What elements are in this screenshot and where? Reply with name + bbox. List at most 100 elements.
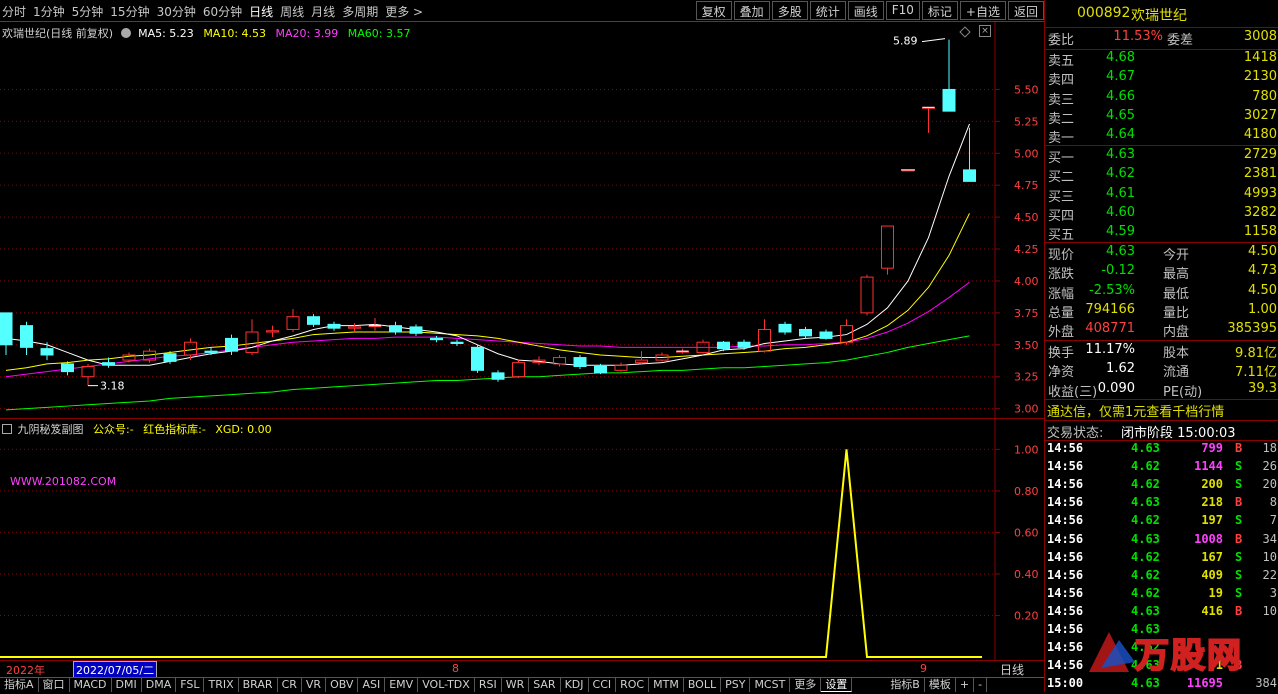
- candle: [573, 354, 587, 370]
- indicator-tab[interactable]: BOLL: [684, 678, 722, 692]
- indicator-tab[interactable]: VR: [302, 678, 327, 692]
- asks-volume: 1418: [1243, 50, 1277, 65]
- period-tab[interactable]: 月线: [311, 3, 335, 20]
- toolbar-button[interactable]: 叠加: [733, 1, 770, 20]
- tick-volume: 200: [1201, 477, 1223, 492]
- period-tab[interactable]: 5分钟: [72, 3, 104, 20]
- indicator-tab[interactable]: ROC: [616, 678, 650, 692]
- tick-side: B: [1235, 531, 1243, 546]
- period-tab[interactable]: 分时: [2, 3, 26, 20]
- toolbar-button[interactable]: 多股: [771, 1, 808, 20]
- period-tabs: 分时 1分钟 5分钟 15分钟 30分钟 60分钟 日线 周线 月线 多周期 更多 >: [2, 3, 430, 20]
- bids-row: 买二 4.62 2381: [1045, 166, 1278, 185]
- indicator-tab[interactable]: BRAR: [239, 678, 278, 692]
- tick-price: 4.63: [1131, 441, 1160, 455]
- stat-label: 涨跌: [1048, 267, 1075, 283]
- toolbar-button[interactable]: 标记: [921, 1, 958, 20]
- candle: [676, 348, 689, 354]
- candle: [512, 360, 525, 378]
- toolbar-button[interactable]: F10: [885, 1, 920, 20]
- candle: [204, 347, 218, 355]
- stat-value: 39.3: [1248, 380, 1277, 396]
- kline-chart[interactable]: 欢瑞世纪(日线 前复权) MA5: 5.23 MA10: 4.53 MA20: …: [0, 22, 1044, 418]
- period-tab[interactable]: 周线: [280, 3, 304, 20]
- indicator-tab[interactable]: 窗口: [39, 678, 70, 692]
- promo-text[interactable]: 通达信，仅需1元查看千档行情: [1047, 401, 1224, 420]
- period-tab[interactable]: 15分钟: [110, 3, 149, 20]
- price-tick-label: 4.75: [1014, 179, 1039, 192]
- candle: [860, 274, 874, 316]
- tick-row: 14:56 4.62 197 S 7: [1045, 513, 1278, 531]
- indicator-chart[interactable]: 九阴秘笈副图 公众号:- 红色指标库:- XGD: 0.00 WWW.20108…: [0, 418, 1044, 661]
- stat-label: 最低: [1163, 286, 1190, 302]
- indicator-tab[interactable]: 设置: [821, 678, 853, 692]
- indicator-tab[interactable]: MACD: [70, 678, 112, 692]
- indicator-tab[interactable]: CCI: [589, 678, 617, 692]
- candle: [881, 225, 894, 275]
- asks-row: 卖四 4.67 2130: [1045, 69, 1278, 88]
- period-button[interactable]: 日线: [1000, 661, 1024, 678]
- indicator-tab[interactable]: RSI: [475, 678, 502, 692]
- period-tab[interactable]: 30分钟: [157, 3, 196, 20]
- indicator-tab[interactable]: WR: [502, 678, 530, 692]
- period-tab[interactable]: 更多 >: [385, 3, 423, 20]
- indicator-tab[interactable]: TRIX: [204, 678, 239, 692]
- indicator-tab[interactable]: EMV: [385, 678, 419, 692]
- tick-volume: 19: [1208, 585, 1223, 600]
- bids-label: 买四: [1048, 208, 1075, 224]
- indicator-tab[interactable]: 模板: [925, 678, 956, 692]
- period-tab[interactable]: 多周期: [342, 3, 378, 20]
- indicator-tab[interactable]: MTM: [649, 678, 684, 692]
- indicator-tabs: 指标A 窗口 MACD DMI DMA FSL TRIX BRAR CR VR OBV ASI EMV V…: [0, 677, 1044, 692]
- period-tab[interactable]: 日线: [249, 3, 273, 20]
- indicator-tab[interactable]: PSY: [721, 678, 751, 692]
- tick-time: 14:56: [1047, 531, 1084, 546]
- tick-side: B: [1235, 495, 1243, 510]
- indicator-tab[interactable]: 指标B: [886, 678, 925, 692]
- toolbar-button[interactable]: +自选: [959, 1, 1006, 20]
- tick-time: 14:56: [1047, 513, 1084, 528]
- indicator-tab[interactable]: -: [974, 678, 988, 692]
- tick-row: 14:56 4.63 1008 B 34: [1045, 532, 1278, 550]
- toolbar-button[interactable]: 返回: [1007, 1, 1044, 20]
- high-marker-line: [921, 38, 946, 43]
- period-tab[interactable]: 60分钟: [203, 3, 242, 20]
- tick-side: S: [1235, 585, 1243, 600]
- tick-price: 4.62: [1131, 459, 1160, 474]
- indicator-tab[interactable]: CR: [278, 678, 302, 692]
- indicator-tab[interactable]: FSL: [176, 678, 205, 692]
- stat-value: -0.12: [1101, 263, 1135, 279]
- price-tick-label: 5.25: [1014, 115, 1039, 128]
- tick-row: 14:56 4.62 200 S 20: [1045, 477, 1278, 495]
- stat-label: 最高: [1163, 267, 1190, 283]
- indicator-tab[interactable]: KDJ: [561, 678, 589, 692]
- indicator-tab[interactable]: MCST: [750, 678, 791, 692]
- candle: [266, 325, 279, 338]
- asks-price: 4.67: [1106, 69, 1135, 85]
- tick-row: 14:56 4.62 19 S 3: [1045, 586, 1278, 604]
- tick-time: 14:56: [1047, 622, 1084, 636]
- toolbar-button[interactable]: 画线: [847, 1, 884, 20]
- toolbar-button[interactable]: 统计: [809, 1, 846, 20]
- asks-row: 卖五 4.68 1418: [1045, 50, 1278, 69]
- stat-label: 股本: [1163, 346, 1190, 361]
- candle: [614, 362, 628, 372]
- ma10-line: [5, 213, 970, 371]
- indicator-tab[interactable]: DMI: [112, 678, 142, 692]
- tick-volume: 799: [1201, 441, 1223, 455]
- indicator-tab[interactable]: 更多: [790, 678, 822, 692]
- indicator-tab[interactable]: 指标A: [0, 678, 39, 692]
- indicator-tab[interactable]: ASI: [358, 678, 386, 692]
- indicator-tab[interactable]: SAR: [529, 678, 561, 692]
- indicator-tab[interactable]: OBV: [326, 678, 359, 692]
- bids-price: 4.59: [1106, 224, 1135, 240]
- indicator-tab[interactable]: VOL-TDX: [418, 678, 475, 692]
- indicator-tab[interactable]: +: [956, 678, 975, 692]
- asks-volume: 4180: [1243, 127, 1277, 143]
- indicator-tab[interactable]: DMA: [142, 678, 177, 692]
- weicha-label: 委差: [1167, 33, 1194, 48]
- period-tab[interactable]: 1分钟: [33, 3, 65, 20]
- toolbar-button[interactable]: 复权: [695, 1, 732, 20]
- bids-price: 4.62: [1106, 166, 1135, 182]
- tick-side: B: [1235, 603, 1243, 618]
